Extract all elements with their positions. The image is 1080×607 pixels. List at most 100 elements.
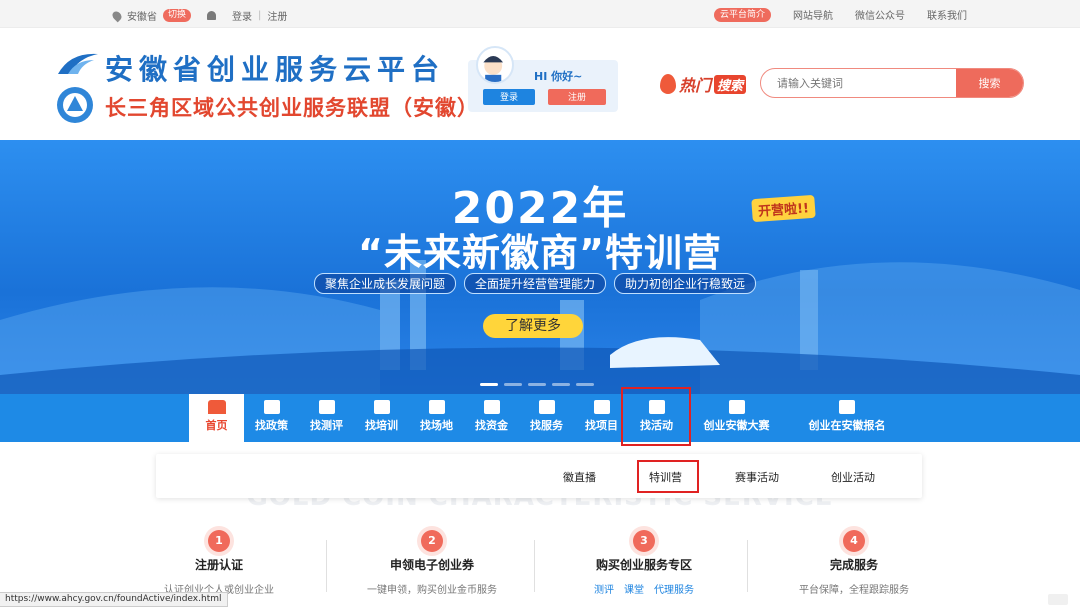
- service-icon: [538, 400, 555, 414]
- monitor-icon: [373, 400, 390, 414]
- form-icon: [839, 400, 855, 414]
- step-title: 申领电子创业券: [389, 558, 474, 572]
- nav-label: 创业安徽大赛: [703, 419, 770, 432]
- nav-label: 找场地: [420, 419, 453, 432]
- money-bag-icon: [483, 400, 500, 414]
- classroom-link[interactable]: 课堂: [624, 581, 644, 596]
- carousel-dot[interactable]: [552, 383, 570, 386]
- nav-label: 找项目: [585, 419, 618, 432]
- step-desc: 一键申领，购买创业金币服务: [367, 585, 497, 596]
- avatar: [476, 46, 514, 84]
- location-label: 安徽省: [127, 12, 157, 23]
- step-desc: 平台保障，全程跟踪服务: [799, 585, 909, 596]
- highlight-box-activities: [621, 387, 691, 446]
- top-login-link[interactable]: 登录: [232, 8, 252, 23]
- top-right-links: 云平台简介 网站导航 微信公众号 联系我们: [713, 7, 967, 22]
- nav-services[interactable]: 找服务: [519, 394, 574, 442]
- divider: [747, 540, 748, 592]
- nav-assessment[interactable]: 找测评: [299, 394, 354, 442]
- search-label-badge: 搜索: [714, 74, 747, 94]
- login-button[interactable]: 登录: [483, 89, 535, 105]
- hot-label-text: 热门: [679, 76, 712, 95]
- carousel-dot[interactable]: [576, 383, 594, 386]
- wechat-link[interactable]: 微信公众号: [855, 7, 905, 22]
- location-pin-icon: [110, 9, 124, 22]
- list-icon: [593, 400, 610, 414]
- learn-more-button[interactable]: 了解更多: [483, 314, 583, 338]
- main-nav: 首页 找政策 找测评 找培训 找场地 找资金 找服务 找项目 找活动 创业安徽大…: [0, 394, 1080, 442]
- banner-pill: 聚焦企业成长发展问题: [314, 273, 457, 294]
- site-subtitle: 长三角区域公共创业服务联盟（安徽）: [105, 96, 479, 120]
- divider: [326, 540, 327, 592]
- register-button[interactable]: 注册: [548, 89, 606, 105]
- nav-label: 找政策: [255, 419, 288, 432]
- nav-label: 找服务: [530, 419, 563, 432]
- submenu-startup-activities[interactable]: 创业活动: [831, 469, 875, 485]
- greeting-text: HI 你好~: [534, 70, 583, 83]
- step-number: 4: [843, 530, 865, 552]
- carousel-dot[interactable]: [504, 383, 522, 386]
- search-bar: 搜索: [760, 68, 1024, 98]
- submenu-live[interactable]: 徽直播: [563, 469, 596, 485]
- location-icon: [428, 400, 445, 414]
- step-voucher[interactable]: 2 申领电子创业券 一键申领，购买创业金币服务: [332, 530, 532, 596]
- ime-icon[interactable]: [1048, 594, 1068, 605]
- step-title: 注册认证: [194, 558, 243, 572]
- banner-pill: 全面提升经营管理能力: [464, 273, 607, 294]
- step-register[interactable]: 1 注册认证 认证创业个人或创业企业: [119, 530, 319, 596]
- banner-pill: 助力初创企业行稳致远: [614, 273, 757, 294]
- nav-label: 创业在安徽报名: [808, 419, 886, 432]
- user-login-panel: HI 你好~ 登录 注册: [468, 46, 618, 112]
- fire-icon: [660, 74, 676, 94]
- nav-venue[interactable]: 找场地: [409, 394, 464, 442]
- top-register-link[interactable]: 注册: [267, 8, 287, 23]
- nav-label: 找测评: [310, 419, 343, 432]
- step-buy-service: 3 购买创业服务专区 测评 课堂 代理服务: [544, 530, 744, 596]
- step-number: 1: [208, 530, 230, 552]
- carousel-dot[interactable]: [480, 383, 498, 386]
- nav-anhui-contest[interactable]: 创业安徽大赛: [689, 394, 784, 442]
- top-utility-bar: 安徽省 切换 登录 | 注册 云平台简介 网站导航 微信公众号 联系我们: [0, 0, 1080, 28]
- step-title: 购买创业服务专区: [595, 558, 692, 572]
- switch-location-button[interactable]: 切换: [163, 9, 192, 22]
- nav-policy[interactable]: 找政策: [244, 394, 299, 442]
- platform-intro-link[interactable]: 云平台简介: [713, 7, 771, 22]
- submenu-contests[interactable]: 赛事活动: [735, 469, 779, 485]
- assessment-link[interactable]: 测评: [594, 581, 614, 596]
- search-button[interactable]: 搜索: [956, 69, 1023, 97]
- carousel-dot[interactable]: [528, 383, 546, 386]
- bell-icon[interactable]: [207, 11, 217, 20]
- divider: [534, 540, 535, 592]
- hero-banner[interactable]: 2022年 “未来新徽商”特训营 开营啦!! 聚焦企业成长发展问题 全面提升经营…: [0, 140, 1080, 394]
- briefcase-icon: [728, 400, 745, 414]
- hot-search-label: 热门 搜索: [660, 72, 747, 96]
- nav-funding[interactable]: 找资金: [464, 394, 519, 442]
- activities-submenu: 徽直播 特训营 赛事活动 创业活动: [156, 454, 922, 498]
- alliance-logo-icon: [57, 87, 93, 123]
- book-icon: [263, 400, 280, 414]
- agency-service-link[interactable]: 代理服务: [654, 581, 694, 596]
- highlight-box-training-camp: [637, 460, 699, 493]
- nav-anhui-signup[interactable]: 创业在安徽报名: [794, 394, 900, 442]
- step-complete[interactable]: 4 完成服务 平台保障，全程跟踪服务: [754, 530, 954, 596]
- step-links: 测评 课堂 代理服务: [544, 581, 744, 596]
- site-nav-link[interactable]: 网站导航: [793, 7, 833, 22]
- nav-label: 找资金: [475, 419, 508, 432]
- step-number: 2: [421, 530, 443, 552]
- site-title: 安徽省创业服务云平台: [105, 53, 446, 86]
- separator: |: [258, 10, 262, 21]
- contact-link[interactable]: 联系我们: [927, 7, 967, 22]
- open-badge: 开营啦!!: [751, 194, 816, 223]
- nav-training[interactable]: 找培训: [354, 394, 409, 442]
- top-left-group: 安徽省 切换 登录 | 注册: [110, 8, 287, 23]
- step-number: 3: [633, 530, 655, 552]
- banner-pills: 聚焦企业成长发展问题 全面提升经营管理能力 助力初创企业行稳致远: [314, 273, 757, 294]
- search-input[interactable]: [761, 69, 957, 97]
- step-title: 完成服务: [829, 558, 878, 572]
- platform-logo-icon[interactable]: [56, 50, 100, 76]
- nav-home[interactable]: 首页: [189, 394, 244, 442]
- banner-headline: “未来新徽商”特训营: [358, 231, 722, 275]
- nav-label: 找培训: [365, 419, 398, 432]
- carousel-dots: [480, 383, 594, 386]
- clipboard-icon: [318, 400, 335, 414]
